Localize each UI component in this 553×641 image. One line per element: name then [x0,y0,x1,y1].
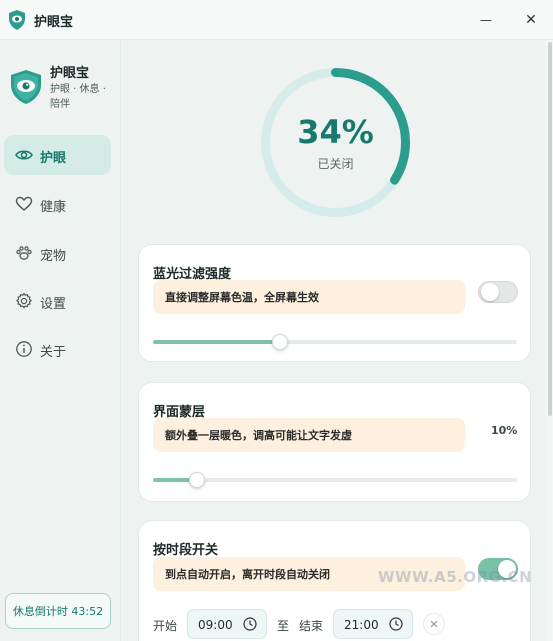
slider-track [153,478,517,482]
shield-eye-logo-icon [9,10,25,30]
close-icon: ✕ [525,12,537,28]
brand-tagline: 护眼 · 休息 · 陪伴 [50,84,106,110]
clear-schedule-button[interactable]: ✕ [423,613,445,635]
sidebar-item-label: 宠物 [40,249,67,264]
start-label: 开始 [153,619,178,633]
heart-icon [15,196,33,211]
close-icon: ✕ [429,617,439,631]
brand: 护眼宝 护眼 · 休息 · 陪伴 [10,62,120,132]
scrollbar-thumb[interactable] [548,42,552,416]
clock-icon [389,617,403,631]
gear-icon [16,292,32,309]
sidebar-item-health[interactable]: 健康 [4,184,111,224]
sidebar: 护眼宝 护眼 · 休息 · 陪伴 护眼 健康 宠物 设置 关于 休息倒计时 43… [0,40,121,641]
brand-name: 护眼宝 [50,66,90,81]
sidebar-item-label: 关于 [40,345,67,360]
overlay-value: 10% [491,424,518,437]
slider-thumb[interactable] [272,334,288,350]
end-time-input[interactable]: 21:00 [333,609,413,639]
watermark: WWW.A5.ORG.CN [378,568,533,586]
end-time-value: 21:00 [344,618,379,632]
close-button[interactable]: ✕ [519,8,543,32]
blue-light-intensity-slider[interactable] [153,334,517,350]
title-bar: 护眼宝 — ✕ [0,0,553,40]
blue-light-toggle[interactable] [478,281,518,303]
card-title: 按时段开关 [153,543,219,558]
slider-thumb[interactable] [189,472,205,488]
clock-icon [243,617,257,631]
window-title: 护眼宝 [34,15,74,30]
overlay-card: 界面蒙层 额外叠一层暖色，调高可能让文字发虚 10% [138,382,531,502]
eye-icon [15,150,33,160]
protection-state: 已关闭 [317,157,354,171]
sidebar-item-pet[interactable]: 宠物 [4,233,111,273]
end-label: 结束 [299,619,324,633]
card-description-text: 额外叠一层暖色，调高可能让文字发虚 [165,429,352,442]
paw-icon [16,246,32,260]
start-time-value: 09:00 [198,618,233,632]
protection-status-ring: 34% 已关闭 [258,65,413,220]
schedule-time-row: 开始 09:00 至 结束 21:00 ✕ [153,609,533,639]
shield-eye-logo-icon [11,70,41,104]
rest-countdown-button[interactable]: 休息倒计时 43:52 [5,593,111,629]
minimize-button[interactable]: — [474,8,498,32]
card-description: 直接调整屏幕色温，全屏幕生效 [153,280,465,314]
main-panel: 34% 已关闭 蓝光过滤强度 直接调整屏幕色温，全屏幕生效 界面蒙层 额外叠一层… [122,40,545,641]
card-description-text: 到点自动开启，离开时段自动关闭 [165,568,330,581]
sidebar-item-eye-care[interactable]: 护眼 [4,135,111,175]
blue-light-card: 蓝光过滤强度 直接调整屏幕色温，全屏幕生效 [138,244,531,362]
start-time-input[interactable]: 09:00 [187,609,267,639]
minimize-icon: — [480,13,492,27]
sidebar-item-about[interactable]: 关于 [4,329,111,369]
slider-fill [153,340,280,344]
sidebar-item-label: 设置 [40,297,67,312]
card-description-text: 直接调整屏幕色温，全屏幕生效 [165,291,319,304]
sidebar-item-label: 健康 [40,200,67,215]
sidebar-item-settings[interactable]: 设置 [4,281,111,321]
toggle-knob [481,283,499,301]
sidebar-item-label: 护眼 [40,151,67,166]
to-label: 至 [277,619,290,633]
card-description: 额外叠一层暖色，调高可能让文字发虚 [153,418,465,452]
overlay-intensity-slider[interactable] [153,472,517,488]
protection-percent: 34% [297,113,374,151]
info-icon [16,341,32,357]
